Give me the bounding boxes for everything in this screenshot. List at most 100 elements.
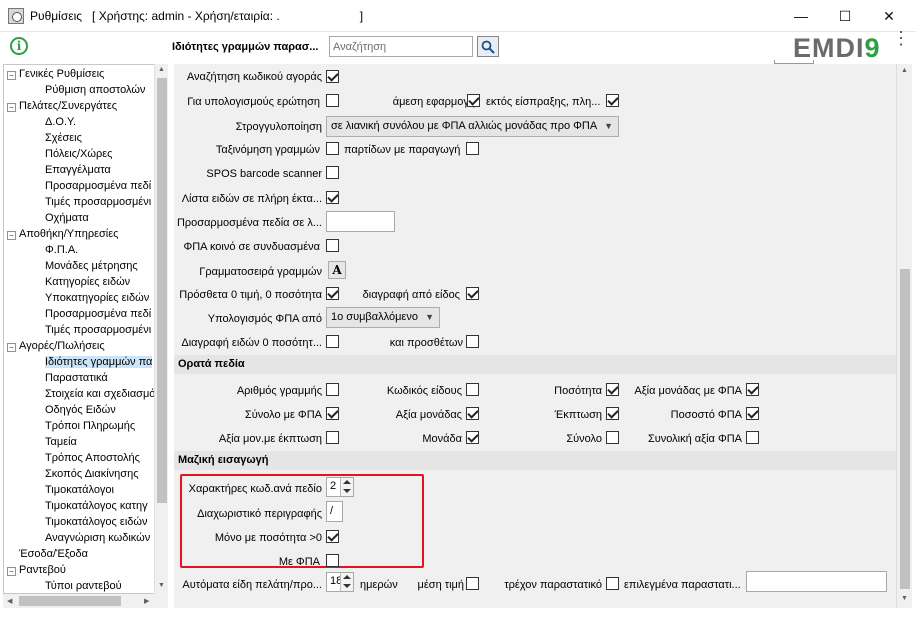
tree-item-label: Επαγγέλματα — [45, 164, 111, 176]
more-options-icon[interactable]: ⋮ — [892, 29, 910, 47]
info-icon[interactable]: i — [10, 37, 28, 55]
collapse-icon[interactable]: − — [7, 231, 16, 240]
current-document-checkbox[interactable] — [606, 577, 619, 590]
tree-item[interactable]: Αναγνώριση κωδικών — [45, 530, 150, 546]
tree-item[interactable]: Οδηγός Ειδών — [45, 402, 116, 418]
delete-from-item-checkbox[interactable] — [466, 287, 479, 300]
tree-item[interactable]: Ιδιότητες γραμμών πα — [45, 354, 153, 370]
tree-item[interactable]: Σχέσεις — [45, 130, 82, 146]
separator-input[interactable]: / — [326, 501, 343, 522]
scroll-down-icon[interactable]: ▼ — [158, 582, 165, 589]
minimize-button[interactable]: — — [778, 0, 824, 32]
and-extras-checkbox[interactable] — [466, 335, 479, 348]
purchase-code-search-checkbox[interactable] — [326, 70, 339, 83]
selected-documents-label: επιλεγμένα παραστατι... — [624, 579, 741, 591]
scroll-up-icon[interactable]: ▲ — [158, 66, 165, 73]
collapse-icon[interactable]: − — [7, 567, 16, 576]
tree-item[interactable]: Τιμές προσαρμοσμένι — [45, 194, 151, 210]
tree-item[interactable]: Τιμές προσαρμοσμένι — [45, 322, 151, 338]
maximize-button[interactable]: ☐ — [822, 0, 868, 32]
spos-barcode-checkbox[interactable] — [326, 166, 339, 179]
collapse-icon[interactable]: − — [7, 71, 16, 80]
scroll-left-icon[interactable]: ◀ — [7, 597, 12, 605]
immediate-apply-checkbox[interactable] — [467, 94, 480, 107]
tree-item-label: Αποθήκη/Υπηρεσίες — [19, 228, 119, 240]
tree-item[interactable]: Μονάδες μέτρησης — [45, 258, 138, 274]
rounding-select[interactable]: σε λιανική συνόλου με ΦΠΑ αλλιώς μονάδας… — [326, 116, 619, 137]
tree-item[interactable]: Τρόπος Αποστολής — [45, 450, 140, 466]
tree-item[interactable]: Υποκατηγορίες ειδών — [45, 290, 149, 306]
tree-vertical-scrollbar[interactable]: ▲ ▼ — [154, 64, 168, 594]
tree-horizontal-scrollbar[interactable]: ◀ ▶ — [3, 594, 168, 608]
batch-production-checkbox[interactable] — [466, 142, 479, 155]
chars-per-field-spinner[interactable]: 2 — [326, 477, 354, 497]
tree-item-label: Οδηγός Ειδών — [45, 404, 116, 416]
tree-item[interactable]: Φ.Π.Α. — [45, 242, 78, 258]
visible-field-checkbox[interactable] — [746, 431, 759, 444]
spin-up-icon[interactable] — [343, 480, 351, 484]
delete-zero-qty-checkbox[interactable] — [326, 335, 339, 348]
tree-item[interactable]: Σκοπός Διακίνησης — [45, 466, 139, 482]
common-vat-checkbox[interactable] — [326, 239, 339, 252]
line-sort-checkbox[interactable] — [326, 142, 339, 155]
spin-up-icon[interactable] — [343, 575, 351, 579]
tree-item[interactable]: Οχήματα — [45, 210, 89, 226]
tree-item[interactable]: Ταμεία — [45, 434, 77, 450]
custom-fields-input[interactable] — [326, 211, 395, 232]
tree-item[interactable]: − Πελάτες/Συνεργάτες — [7, 98, 117, 114]
tree-item[interactable]: Κατηγορίες ειδών — [45, 274, 130, 290]
tree-item[interactable]: Τρόποι Πληρωμής — [45, 418, 135, 434]
tree-item-label: Τύποι ραντεβού — [45, 580, 122, 592]
qty-positive-checkbox[interactable] — [326, 530, 339, 543]
extras-zero-checkbox[interactable] — [326, 287, 339, 300]
tree-item[interactable]: − Ραντεβού — [7, 562, 66, 578]
days-label: ημερών — [360, 579, 398, 591]
font-picker-button[interactable]: A — [328, 261, 346, 279]
auto-items-days-spinner[interactable]: 180 — [326, 572, 354, 592]
search-input[interactable] — [329, 36, 473, 57]
spin-down-icon[interactable] — [343, 489, 351, 493]
with-vat-checkbox[interactable] — [326, 554, 339, 567]
visible-field-checkbox[interactable] — [746, 407, 759, 420]
tree-item[interactable]: Τιμοκατάλογος κατηγ — [45, 498, 148, 514]
tree-item[interactable]: − Αποθήκη/Υπηρεσίες — [7, 226, 118, 242]
tree-item[interactable]: Προσαρμοσμένα πεδί — [45, 306, 151, 322]
tree-item[interactable]: Τιμοκατάλογοι — [45, 482, 114, 498]
scroll-down-icon[interactable]: ▼ — [901, 595, 908, 602]
collapse-icon[interactable]: − — [7, 103, 16, 112]
tree-item[interactable]: − Γενικές Ρυθμίσεις — [7, 66, 104, 82]
tree-item[interactable]: Τύποι ραντεβού — [45, 578, 122, 593]
search-button[interactable] — [477, 36, 499, 57]
window-title: Ρυθμίσεις [ Χρήστης: admin - Χρήση/εταιρ… — [30, 9, 364, 23]
spin-down-icon[interactable] — [343, 584, 351, 588]
tree-item[interactable]: Παραστατικά — [45, 370, 108, 386]
tree-item[interactable]: Τιμοκατάλογος ειδών — [45, 514, 147, 530]
tree-hscroll-thumb[interactable] — [19, 596, 121, 606]
tree-item[interactable]: Επαγγέλματα — [45, 162, 111, 178]
calc-question-checkbox[interactable] — [326, 94, 339, 107]
rounding-label: Στρογγυλοποίηση — [235, 121, 322, 133]
tree-item[interactable]: Στοιχεία και σχεδιασμό — [45, 386, 155, 402]
tree-item[interactable]: − Αγορές/Πωλήσεις — [7, 338, 105, 354]
tree-item[interactable]: Έσοδα/Έξοδα — [7, 546, 88, 562]
scroll-up-icon[interactable]: ▲ — [901, 67, 908, 74]
panel-scroll-thumb[interactable] — [900, 269, 910, 589]
tree-item[interactable]: Πόλεις/Χώρες — [45, 146, 112, 162]
spinner-buttons[interactable] — [340, 478, 353, 496]
tree-item[interactable]: Ρύθμιση αποστολών — [45, 82, 145, 98]
except-receipt-checkbox[interactable] — [606, 94, 619, 107]
selected-documents-input[interactable] — [746, 571, 887, 592]
panel-vertical-scrollbar[interactable]: ▲ ▼ — [896, 64, 912, 608]
collapse-icon[interactable]: − — [7, 343, 16, 352]
scroll-right-icon[interactable]: ▶ — [144, 597, 149, 605]
settings-tree[interactable]: − Γενικές Ρυθμίσεις Ρύθμιση αποστολών − Πελά… — [3, 64, 168, 594]
tree-scroll-thumb[interactable] — [157, 78, 167, 503]
spinner-buttons[interactable] — [340, 573, 353, 591]
visible-field-checkbox[interactable] — [746, 383, 759, 396]
average-price-checkbox[interactable] — [466, 577, 479, 590]
tree-item-label: Δ.Ο.Υ. — [45, 116, 77, 128]
item-list-fullscreen-checkbox[interactable] — [326, 191, 339, 204]
tree-item[interactable]: Προσαρμοσμένα πεδί — [45, 178, 151, 194]
vat-calc-from-select[interactable]: 1ο συμβαλλόμενο ▼ — [326, 307, 440, 328]
tree-item[interactable]: Δ.Ο.Υ. — [45, 114, 76, 130]
